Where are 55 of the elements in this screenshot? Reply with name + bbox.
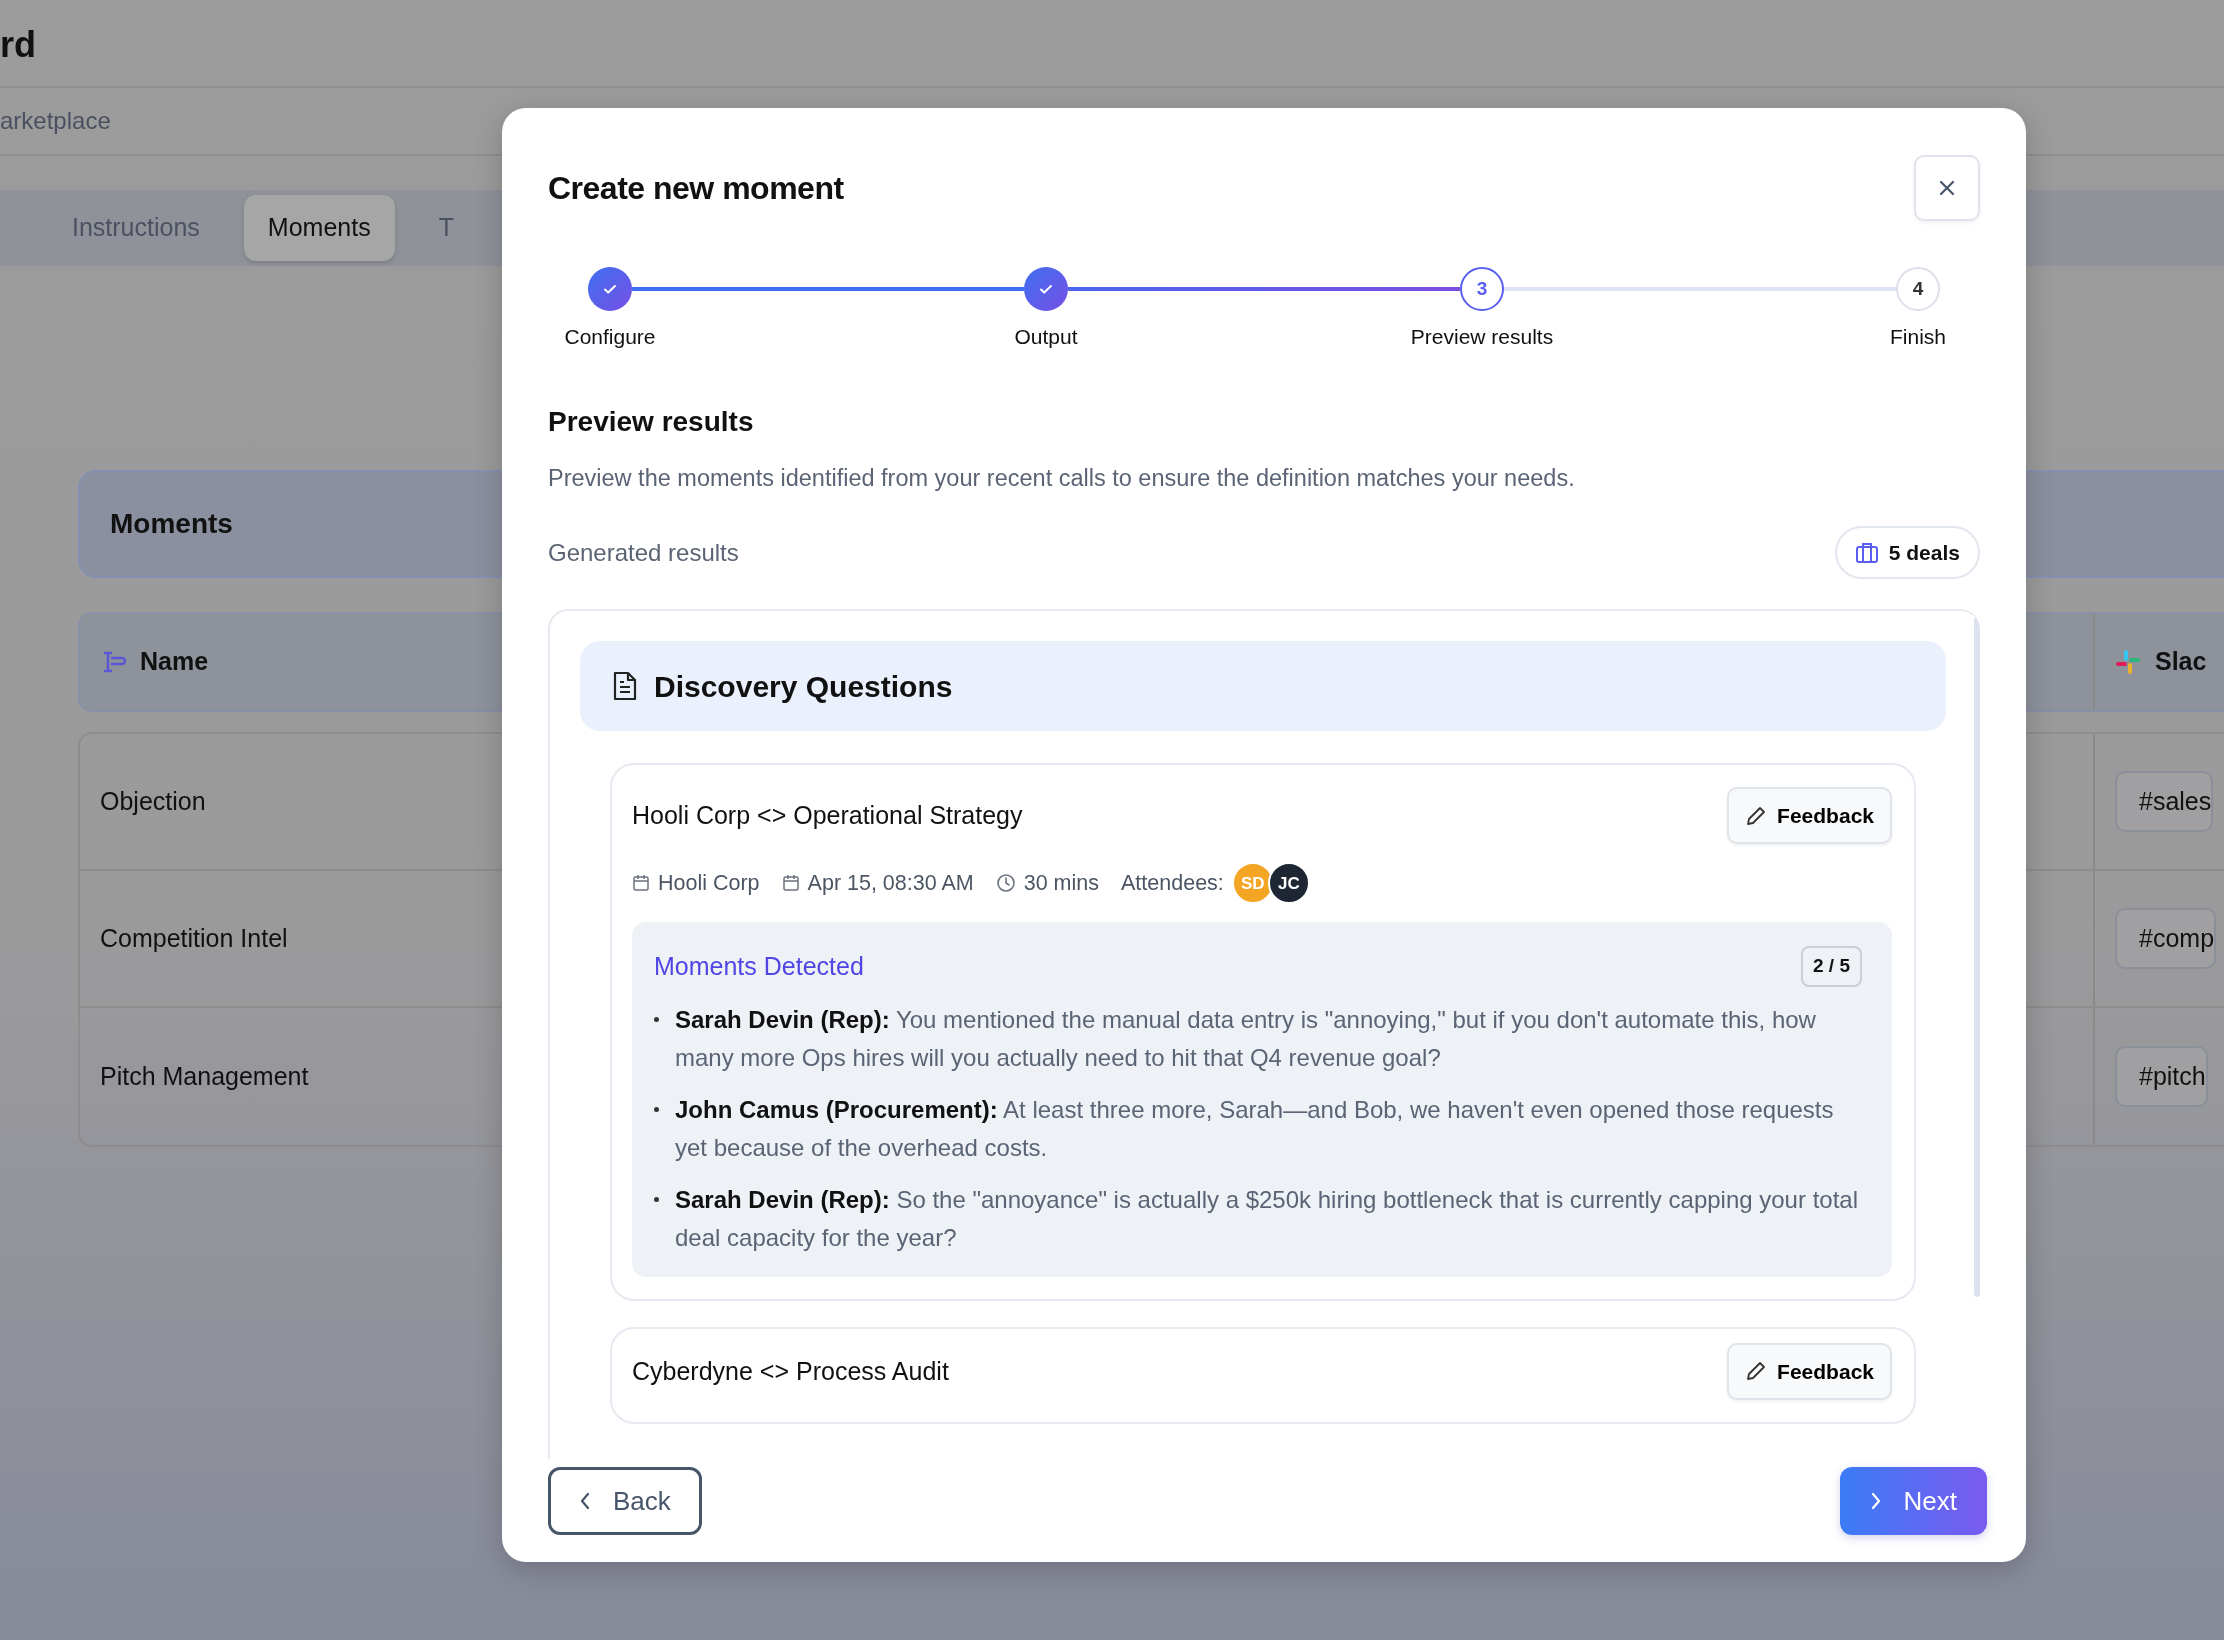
step-label: Output <box>1014 324 1078 350</box>
results-label: Generated results <box>548 537 739 568</box>
column-header: Slac <box>2155 646 2207 678</box>
table-cell-text: Objection <box>100 785 206 817</box>
channel-tag: #sales <box>2115 770 2214 833</box>
avatar: JC <box>1267 862 1310 905</box>
moments-title: Moments Detected <box>654 950 864 982</box>
column-header: Name <box>140 646 209 678</box>
attendees-label: Attendees: <box>1121 870 1224 898</box>
clock-icon <box>995 873 1016 894</box>
table-cell-text: Pitch Management <box>100 1060 309 1092</box>
feedback-button[interactable]: Feedback <box>1727 787 1892 845</box>
pinwheel-icon <box>2115 649 2141 675</box>
chevron-left-icon <box>579 1491 591 1512</box>
chevron-right-icon <box>1869 1491 1882 1512</box>
company-name: Hooli Corp <box>658 870 760 898</box>
bullet <box>654 1196 659 1202</box>
scrollbar[interactable] <box>1974 617 1980 1298</box>
step-label: Finish <box>1890 324 1946 350</box>
pencil-icon <box>1745 1360 1768 1383</box>
call-duration: 30 mins <box>1023 870 1099 898</box>
page-title: rd <box>0 24 36 65</box>
tab[interactable]: Moments <box>243 195 395 261</box>
panel-title: Moments <box>110 507 233 541</box>
document-icon <box>612 670 638 703</box>
step-circle: 3 <box>1460 267 1504 311</box>
bullet <box>654 1016 659 1022</box>
section-title: Preview results <box>548 404 755 439</box>
modal-title: Create new moment <box>548 169 844 208</box>
call-title: Cyberdyne <> Process Audit <box>632 1355 949 1387</box>
step-circle: 4 <box>1896 267 1940 311</box>
quote-text: John Camus (Procurement): At least three more, Sarah—and Bob, we haven't even opened those requests yet because of the overhead costs. <box>675 1094 1835 1163</box>
next-button[interactable]: Next <box>1839 1467 1987 1536</box>
count-badge: 2 / 5 <box>1801 946 1862 987</box>
deals-badge: 5 deals <box>1834 525 1980 580</box>
pencil-icon <box>1745 804 1768 827</box>
group-title: Discovery Questions <box>654 668 953 705</box>
step-label: Configure <box>564 324 656 350</box>
quote-text: Sarah Devin (Rep): So the "annoyance" is actually a $250k hiring bottleneck that is currently capping your total deal capacity for the year? <box>675 1184 1859 1253</box>
step-label: Preview results <box>1410 324 1554 350</box>
column-icon <box>102 649 128 675</box>
back-button[interactable]: Back <box>548 1467 702 1536</box>
bullet <box>654 1106 659 1112</box>
section-description: Preview the moments identified from your recent calls to ensure the definition matches your needs. <box>548 463 1576 493</box>
calendar-icon <box>632 874 650 893</box>
call-date: Apr 15, 08:30 AM <box>807 870 974 898</box>
close-button[interactable] <box>1914 155 1980 221</box>
quote-text: Sarah Devin (Rep): You mentioned the manual data entry is "annoying," but if you don't automate this, how many more Ops hires will you actually need to hit that Q4 revenue goal? <box>675 1004 1817 1073</box>
call-title: Hooli Corp <> Operational Strategy <box>632 800 1023 831</box>
calendar-icon <box>781 874 800 893</box>
briefcase-icon <box>1854 541 1879 564</box>
channel-tag: #comp <box>2115 907 2217 970</box>
channel-tag: #pitch <box>2115 1045 2208 1108</box>
feedback-button[interactable]: Feedback <box>1727 1342 1892 1400</box>
table-cell-text: Competition Intel <box>100 922 288 954</box>
